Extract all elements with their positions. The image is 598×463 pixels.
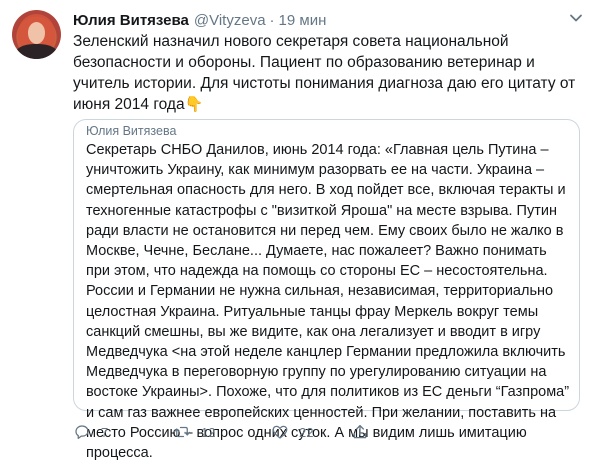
like-count: 22 bbox=[299, 424, 314, 440]
pointing-down-emoji: 👇 bbox=[184, 96, 204, 113]
avatar[interactable] bbox=[12, 10, 61, 59]
retweet-count: 12 bbox=[201, 424, 216, 440]
like-button[interactable]: 22 bbox=[271, 423, 351, 441]
avatar-shoulders bbox=[15, 44, 58, 59]
reply-button[interactable]: 7 bbox=[73, 423, 173, 441]
share-icon bbox=[353, 424, 367, 439]
retweet-button[interactable]: 12 bbox=[173, 423, 271, 441]
reply-icon bbox=[75, 425, 89, 440]
tweet-body: Зеленский назначил нового секретаря сове… bbox=[73, 33, 576, 113]
share-button[interactable] bbox=[351, 423, 381, 441]
quoted-tweet[interactable]: Юлия Витязева Секретарь СНБО Данилов, ию… bbox=[73, 119, 580, 461]
retweet-icon bbox=[173, 426, 191, 438]
author-name[interactable]: Юлия Витязева bbox=[73, 12, 189, 29]
author-handle[interactable]: @Vityzeva bbox=[194, 12, 266, 29]
chevron-down-icon[interactable] bbox=[568, 10, 584, 26]
quote-author: Юлия Витязева bbox=[86, 124, 177, 138]
reply-count: 7 bbox=[101, 424, 109, 440]
tweet-time[interactable]: 19 мин bbox=[279, 12, 327, 29]
tweet-header: Юлия Витязева @Vityzeva · 19 мин bbox=[73, 10, 326, 30]
separator-dot: · bbox=[269, 11, 275, 29]
tweet-actions: 7 12 22 bbox=[73, 422, 381, 442]
heart-icon bbox=[272, 425, 288, 439]
tweet-text: Зеленский назначил нового секретаря сове… bbox=[73, 31, 588, 115]
quote-text: Секретарь СНБО Данилов, июнь 2014 года: … bbox=[86, 142, 570, 462]
avatar-face bbox=[28, 22, 45, 44]
